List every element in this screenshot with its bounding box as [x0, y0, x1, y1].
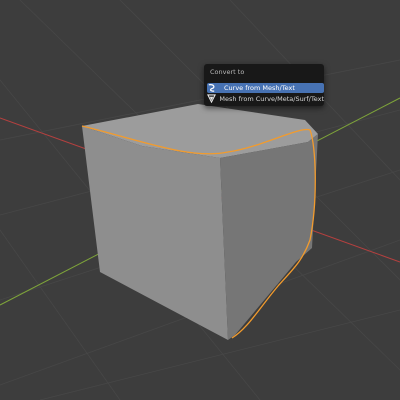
convert-to-menu: Convert to Curve from Mesh/Text Mesh fro… [204, 64, 324, 106]
scene [0, 0, 400, 400]
cube-right-face[interactable] [220, 134, 318, 340]
3d-viewport[interactable]: Convert to Curve from Mesh/Text Mesh fro… [0, 0, 400, 400]
menu-item-label: Curve from Mesh/Text [224, 84, 295, 92]
mesh-icon [207, 94, 216, 104]
menu-item-label: Mesh from Curve/Meta/Surf/Text [219, 95, 324, 103]
curve-icon [208, 83, 220, 93]
menu-title: Convert to [210, 68, 245, 76]
menu-item-mesh-from-curve[interactable]: Mesh from Curve/Meta/Surf/Text [207, 94, 324, 104]
cube-left-face[interactable] [82, 126, 228, 340]
menu-item-curve-from-mesh[interactable]: Curve from Mesh/Text [207, 83, 324, 93]
